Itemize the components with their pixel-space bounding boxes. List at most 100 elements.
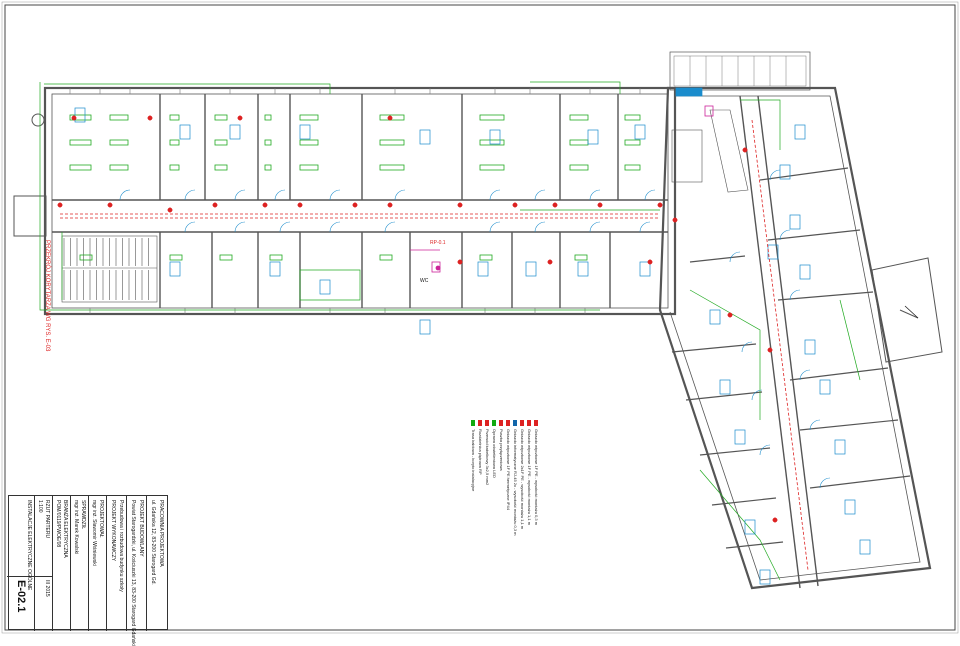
door-swing bbox=[384, 221, 396, 233]
power-socket bbox=[237, 115, 243, 121]
door-swing bbox=[741, 341, 753, 353]
light-fitting bbox=[299, 164, 319, 171]
door-swing bbox=[234, 221, 246, 233]
power-socket bbox=[672, 217, 678, 223]
power-socket bbox=[767, 347, 773, 353]
power-socket bbox=[352, 202, 358, 208]
legend-text: Trasa kablowa - koryto instalacyjne bbox=[471, 429, 476, 492]
entrance-left bbox=[13, 113, 47, 237]
scale: 1:100 bbox=[37, 500, 43, 513]
light-fittings bbox=[69, 114, 641, 261]
light-fitting bbox=[214, 164, 228, 171]
legend-text: Gniazdo wtyczkowe 1F PE - wysokość monta… bbox=[527, 429, 532, 526]
light-fitting bbox=[214, 114, 228, 121]
door-swing bbox=[329, 221, 341, 233]
designer-name: mgr inż. Sławomir Wiśniewski bbox=[91, 500, 97, 566]
data-socket bbox=[759, 569, 771, 585]
legend-row: Gniazdo wtyczkowe 1F PE hermetyczne IP44 bbox=[505, 420, 512, 510]
data-socket bbox=[269, 261, 281, 277]
power-socket bbox=[772, 517, 778, 523]
door-swing bbox=[394, 189, 406, 201]
power-socket bbox=[387, 115, 393, 121]
drawing-name: RZUT PARTERU bbox=[44, 500, 50, 539]
door-swing bbox=[119, 189, 131, 201]
power-socket bbox=[212, 202, 218, 208]
light-fitting bbox=[574, 254, 588, 261]
checker-name: mgr inż. Marek Kowalski bbox=[73, 500, 79, 555]
door-swing bbox=[489, 221, 501, 233]
power-socket bbox=[57, 202, 63, 208]
rp-tag: RP-0.1 bbox=[430, 240, 446, 246]
door-swing bbox=[279, 221, 291, 233]
data-socket bbox=[587, 129, 599, 145]
light-fitting bbox=[169, 139, 180, 146]
legend-text: Gniazdo informatyczne RJ-45 2x - wysokoś… bbox=[513, 429, 518, 536]
data-socket bbox=[634, 124, 646, 140]
designer-label: PROJEKTOWAŁ bbox=[98, 500, 104, 538]
light-fitting bbox=[264, 164, 272, 171]
company-address: ul. Gdańska 12, 83-200 Starogard Gd. bbox=[150, 500, 156, 585]
legend-swatch bbox=[485, 420, 490, 426]
legend-swatch bbox=[520, 420, 525, 426]
legend-text: Rozdzielnica piętrowa RP bbox=[478, 429, 483, 475]
legend-swatch bbox=[478, 420, 483, 426]
legend-swatch bbox=[513, 420, 518, 426]
project-phase: PROJEKT BUDOWLANY bbox=[138, 500, 144, 557]
power-socket bbox=[167, 207, 173, 213]
legend-row: Puszka przyłączeniowa bbox=[498, 420, 505, 510]
door-swing bbox=[489, 189, 501, 201]
light-fitting bbox=[169, 254, 183, 261]
light-fitting bbox=[109, 139, 129, 146]
corridor-note: PRZEKRÓJ KORYTARZA WG RYS. E-03 bbox=[44, 240, 50, 352]
legend-swatch bbox=[492, 420, 497, 426]
power-socket bbox=[147, 115, 153, 121]
door-swing bbox=[184, 189, 196, 201]
door-swing bbox=[639, 221, 651, 233]
legend: Gniazdo wtyczkowe 1F PE - wysokość monta… bbox=[400, 420, 540, 536]
light-fitting bbox=[214, 139, 228, 146]
staircase-left bbox=[61, 235, 158, 303]
data-socket bbox=[834, 439, 846, 455]
door-swing bbox=[274, 189, 286, 201]
wc-tag: WC bbox=[420, 278, 429, 284]
data-socket bbox=[844, 499, 856, 515]
data-socket bbox=[319, 279, 331, 295]
data-socket bbox=[299, 124, 311, 140]
power-socket bbox=[262, 202, 268, 208]
data-socket bbox=[169, 261, 181, 277]
door-swing bbox=[534, 221, 546, 233]
legend-row: Przewód kabelkowy 3x2,5 mm2 bbox=[484, 420, 491, 510]
power-socket bbox=[657, 202, 663, 208]
door-swing bbox=[759, 444, 771, 456]
company-name: PRACOWNIA PROJEKTOWA bbox=[158, 500, 164, 567]
data-socket bbox=[799, 264, 811, 280]
light-fitting bbox=[169, 164, 180, 171]
data-socket bbox=[577, 261, 589, 277]
power-socket bbox=[107, 202, 113, 208]
light-fitting bbox=[169, 114, 180, 121]
date: III 2015 bbox=[44, 580, 50, 597]
legend-swatch bbox=[527, 420, 532, 426]
power-socket bbox=[512, 202, 518, 208]
data-socket bbox=[489, 129, 501, 145]
investor: Powiat Starogardzki, ul. Kościuszki 13, … bbox=[130, 500, 136, 646]
data-socket bbox=[639, 261, 651, 277]
legend-text: Gniazdo wtyczkowe 1F PE hermetyczne IP44 bbox=[506, 429, 511, 510]
door-swing bbox=[751, 389, 763, 401]
light-fitting bbox=[624, 114, 641, 121]
door-swing bbox=[644, 189, 656, 201]
light-fitting bbox=[69, 139, 92, 146]
light-fitting bbox=[379, 139, 405, 146]
phase-line: PROJEKT WYKONAWCZY bbox=[110, 500, 116, 562]
door-swing bbox=[184, 221, 196, 233]
legend-text: Gniazdo wtyczkowe 1F PE - wysokość monta… bbox=[534, 429, 539, 526]
legend-row: Trasa kablowa - koryto instalacyjne bbox=[470, 420, 477, 510]
power-socket bbox=[597, 202, 603, 208]
light-fitting bbox=[264, 114, 272, 121]
data-socket bbox=[719, 379, 731, 395]
data-socket bbox=[179, 124, 191, 140]
data-socket bbox=[819, 379, 831, 395]
light-fitting bbox=[299, 114, 319, 121]
power-socket bbox=[742, 147, 748, 153]
legend-row: Gniazdo informatyczne RJ-45 2x - wysokoś… bbox=[512, 420, 519, 536]
